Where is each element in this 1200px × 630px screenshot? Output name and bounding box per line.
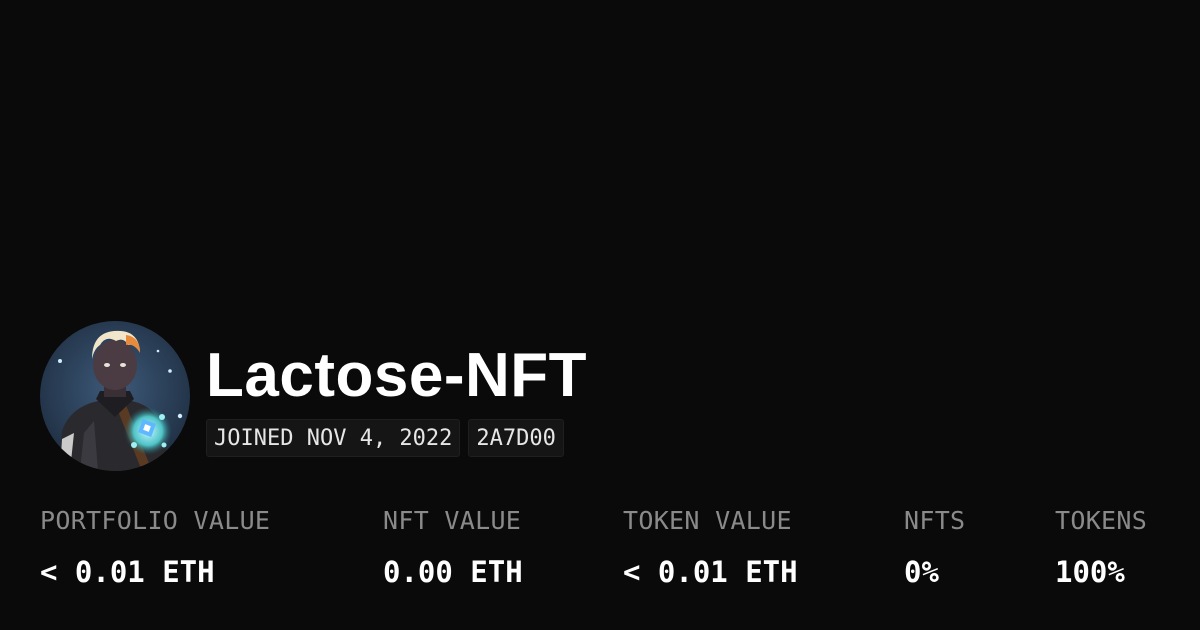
stat-label: TOKEN VALUE: [623, 506, 792, 535]
joined-date-badge: JOINED NOV 4, 2022: [206, 419, 461, 457]
address-badge: 2A7D00: [468, 419, 564, 457]
stat-value: 0.00 ETH: [383, 555, 523, 589]
stat-label: PORTFOLIO VALUE: [40, 506, 271, 535]
stat-value: < 0.01 ETH: [623, 555, 798, 589]
stat-portfolio-value: PORTFOLIO VALUE < 0.01 ETH: [40, 505, 270, 589]
stat-value: 0%: [904, 555, 939, 589]
stat-label: NFTS: [904, 506, 966, 535]
stat-label: NFT VALUE: [383, 506, 522, 535]
profile-badges: JOINED NOV 4, 2022 2A7D00: [206, 419, 564, 457]
stat-nft-value: NFT VALUE 0.00 ETH: [383, 505, 523, 589]
stat-token-value: TOKEN VALUE < 0.01 ETH: [623, 505, 798, 589]
avatar: [40, 321, 190, 471]
stat-nfts-percent: NFTS 0%: [904, 505, 965, 589]
profile-name: Lactose-NFT: [206, 341, 587, 410]
stat-value: 100%: [1055, 555, 1125, 589]
stat-tokens-percent: TOKENS 100%: [1055, 505, 1147, 589]
stat-value: < 0.01 ETH: [40, 555, 215, 589]
nft-avatar-icon: [40, 321, 190, 471]
stat-label: TOKENS: [1055, 506, 1148, 535]
